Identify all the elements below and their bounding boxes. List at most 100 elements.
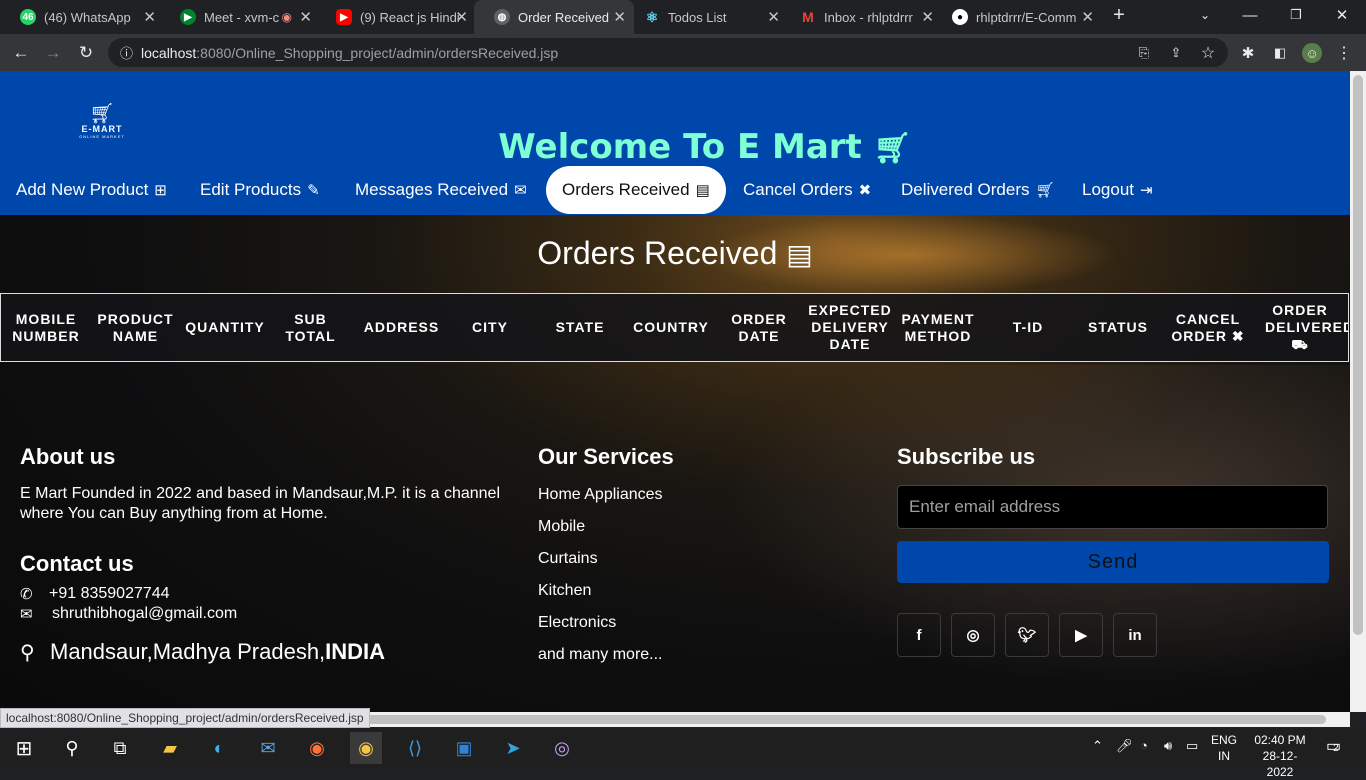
whatsapp-icon: 46 bbox=[20, 9, 36, 25]
restore-button[interactable]: ❐ bbox=[1273, 0, 1319, 30]
nav-cancel-orders[interactable]: Cancel Orders ✖ bbox=[743, 166, 871, 214]
tab-order-received[interactable]: ◍ Order Received ✕ bbox=[474, 0, 634, 34]
service-item[interactable]: and many more... bbox=[538, 645, 838, 677]
avatar[interactable]: ☺ bbox=[1302, 43, 1322, 63]
side-panel-icon[interactable]: ◧ bbox=[1270, 43, 1290, 63]
facebook-icon[interactable]: f bbox=[897, 613, 941, 657]
nav-edit-products[interactable]: Edit Products ✎ bbox=[200, 166, 320, 214]
forward-button[interactable]: → bbox=[40, 40, 66, 66]
youtube-icon[interactable]: ▶ bbox=[1059, 613, 1103, 657]
microphone-icon[interactable]: 🎤︎ bbox=[1116, 738, 1133, 754]
status-url-tooltip: localhost:8080/Online_Shopping_project/a… bbox=[0, 708, 370, 728]
volume-icon[interactable]: 🔊︎ bbox=[1164, 738, 1172, 754]
star-icon[interactable]: ☆ bbox=[1198, 43, 1218, 63]
edit-icon: ✎ bbox=[307, 182, 320, 199]
archive-icon: ▤ bbox=[786, 239, 813, 270]
info-icon[interactable]: ⓘ bbox=[120, 43, 133, 62]
col-expected-delivery-date: EXPECTED DELIVERY DATE bbox=[808, 302, 892, 352]
col-country: COUNTRY bbox=[633, 319, 709, 335]
social-links: f ◎ 🐦︎ ▶ in bbox=[897, 613, 1329, 657]
nav-orders-received[interactable]: Orders Received ▤ bbox=[546, 166, 726, 214]
orders-table-header: MOBILE NUMBER PRODUCT NAME QUANTITY SUB … bbox=[0, 293, 1349, 362]
email-field[interactable] bbox=[897, 485, 1328, 529]
service-item[interactable]: Kitchen bbox=[538, 581, 838, 613]
windows-start-icon[interactable]: ⊞ bbox=[8, 732, 40, 764]
services-section: Our Services Home Appliances Mobile Curt… bbox=[538, 444, 838, 677]
search-icon[interactable]: ⚲ bbox=[56, 732, 88, 764]
app-icon[interactable]: ▣ bbox=[448, 732, 480, 764]
services-list: Home Appliances Mobile Curtains Kitchen … bbox=[538, 485, 838, 677]
menu-icon[interactable]: ⋮ bbox=[1334, 43, 1354, 63]
extensions-icon[interactable]: ✱ bbox=[1238, 43, 1258, 63]
scroll-thumb[interactable] bbox=[358, 715, 1326, 724]
contact-section: Contact us ✆ +91 8359027744 ✉ shruthibho… bbox=[20, 551, 500, 665]
close-icon[interactable]: ✕ bbox=[767, 8, 780, 26]
col-mobile-number: MOBILE NUMBER bbox=[12, 310, 80, 344]
admin-nav: Add New Product ⊞ Edit Products ✎ Messages… bbox=[0, 165, 1350, 215]
tab-todos[interactable]: ⚛ Todos List ✕ bbox=[624, 0, 788, 34]
col-payment-method: PAYMENT METHOD bbox=[901, 310, 975, 344]
envelope-icon: ✉ bbox=[20, 606, 33, 623]
wifi-icon[interactable]: ◔ bbox=[1140, 738, 1148, 753]
address-bar[interactable]: ⓘ localhost:8080/Online_Shopping_project… bbox=[108, 38, 1228, 67]
taskbar: ⊞ ⚲ ⧉ ▰ ◐ ✉ ◉ ◉ ⟨⟩ ▣ ➤ ◎ ⌃ 🎤︎ ◔ 🔊︎ ▭ ENG… bbox=[0, 728, 1366, 779]
chevron-up-icon[interactable]: ⌃ bbox=[1092, 738, 1103, 754]
vertical-scrollbar[interactable] bbox=[1350, 71, 1366, 712]
service-item[interactable]: Home Appliances bbox=[538, 485, 838, 517]
scroll-thumb[interactable] bbox=[1353, 75, 1363, 635]
tab-meet[interactable]: ▶ Meet - xvm-c ◉ ✕ bbox=[160, 0, 320, 34]
vscode-icon[interactable]: ⟨⟩ bbox=[399, 732, 431, 764]
battery-icon[interactable]: ▭ bbox=[1186, 738, 1198, 754]
browser-toolbar: ← → ↻ ⓘ localhost:8080/Online_Shopping_p… bbox=[0, 34, 1366, 71]
service-item[interactable]: Mobile bbox=[538, 517, 838, 549]
instagram-icon[interactable]: ◎ bbox=[951, 613, 995, 657]
tab-youtube[interactable]: ▶ (9) React js Hindi ✕ bbox=[316, 0, 476, 34]
translate-icon[interactable]: ⎘ bbox=[1134, 43, 1154, 63]
tab-gmail[interactable]: M Inbox - rhlptdrrr ✕ bbox=[780, 0, 942, 34]
nav-logout[interactable]: Logout ⇥ bbox=[1082, 166, 1153, 214]
col-t-id: T-ID bbox=[1012, 319, 1044, 335]
col-quantity: QUANTITY bbox=[185, 319, 265, 335]
close-window-button[interactable]: ✕ bbox=[1319, 0, 1365, 30]
close-icon[interactable]: ✕ bbox=[1081, 8, 1094, 26]
col-city: CITY bbox=[472, 319, 508, 335]
cart-icon: 🛒︎ bbox=[1035, 182, 1055, 199]
close-icon[interactable]: ✕ bbox=[455, 8, 468, 26]
chrome-icon[interactable]: ◉ bbox=[350, 732, 382, 764]
telegram-icon[interactable]: ➤ bbox=[497, 732, 529, 764]
tab-search-icon[interactable]: ⌄ bbox=[1182, 0, 1228, 30]
close-icon[interactable]: ✕ bbox=[143, 8, 156, 26]
mail-icon[interactable]: ✉ bbox=[252, 732, 284, 764]
welcome-heading: Welcome To E Mart 🛒︎ bbox=[498, 127, 912, 167]
reload-button[interactable]: ↻ bbox=[73, 40, 99, 66]
file-explorer-icon[interactable]: ▰ bbox=[154, 732, 186, 764]
notifications-icon[interactable]: ▭2 bbox=[1326, 736, 1341, 756]
contact-heading: Contact us bbox=[20, 551, 134, 576]
firefox-icon[interactable]: ◉ bbox=[301, 732, 333, 764]
times-icon: ✖ bbox=[858, 182, 872, 199]
close-icon[interactable]: ✕ bbox=[299, 8, 312, 26]
service-item[interactable]: Curtains bbox=[538, 549, 838, 581]
twitter-icon[interactable]: 🐦︎ bbox=[1005, 613, 1049, 657]
minimize-button[interactable]: — bbox=[1227, 0, 1273, 30]
gmail-icon: M bbox=[802, 9, 814, 25]
tab-whatsapp[interactable]: 46 (46) WhatsApp ✕ bbox=[0, 0, 164, 34]
edge-icon[interactable]: ◐ bbox=[203, 732, 235, 764]
nav-add-new-product[interactable]: Add New Product ⊞ bbox=[16, 166, 167, 214]
send-button[interactable]: Send bbox=[897, 541, 1329, 583]
app-icon[interactable]: ◎ bbox=[546, 732, 578, 764]
new-tab-button[interactable]: + bbox=[1096, 0, 1142, 30]
linkedin-icon[interactable]: in bbox=[1113, 613, 1157, 657]
language-indicator[interactable]: ENG IN bbox=[1210, 732, 1238, 764]
orders-section: Orders Received ▤ MOBILE NUMBER PRODUCT … bbox=[0, 215, 1350, 712]
service-item[interactable]: Electronics bbox=[538, 613, 838, 645]
tab-github[interactable]: ● rhlptdrrr/E-Comm ✕ bbox=[932, 0, 1102, 34]
nav-delivered-orders[interactable]: Delivered Orders 🛒︎ bbox=[901, 166, 1055, 214]
map-marker-icon: ⚲ bbox=[20, 641, 35, 664]
share-icon[interactable]: ⇪ bbox=[1166, 43, 1186, 63]
task-view-icon[interactable]: ⧉ bbox=[104, 732, 136, 764]
nav-messages-received[interactable]: Messages Received ✉ bbox=[355, 166, 527, 214]
col-order-date: ORDER DATE bbox=[731, 310, 787, 344]
back-button[interactable]: ← bbox=[8, 40, 34, 66]
clock[interactable]: 02:40 PM 28-12-2022 bbox=[1252, 732, 1308, 780]
